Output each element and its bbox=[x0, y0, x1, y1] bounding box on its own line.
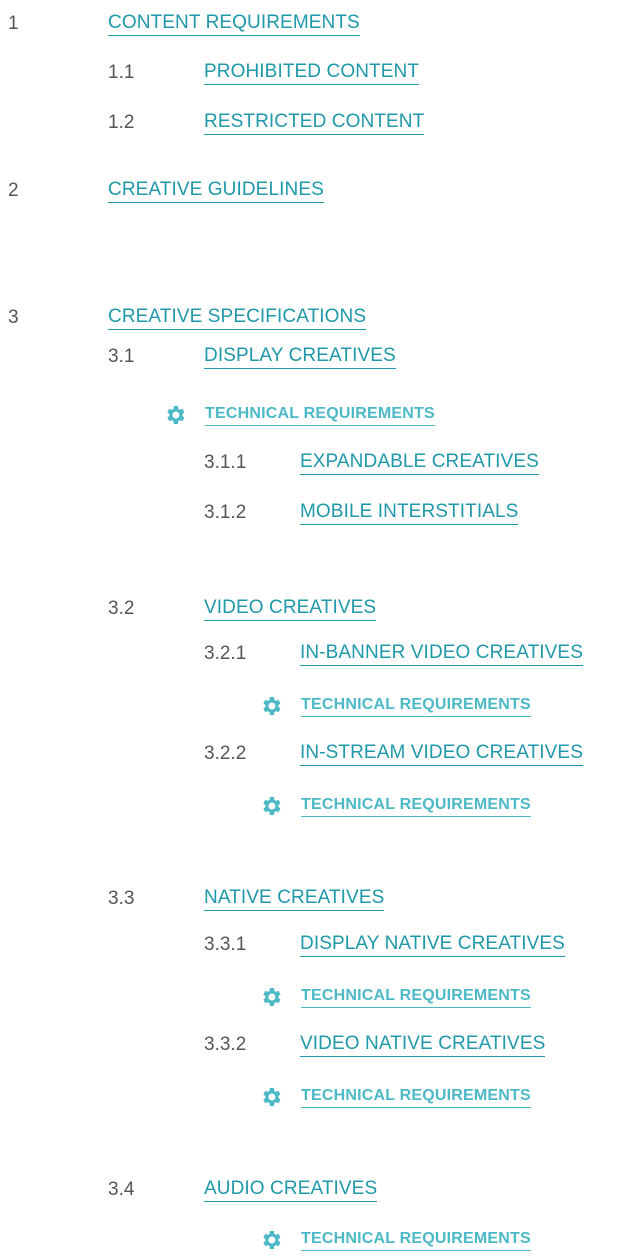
tech-requirements-link[interactable]: TECHNICAL REQUIREMENTS bbox=[301, 795, 531, 817]
toc-link-video-native-creatives[interactable]: VIDEO NATIVE CREATIVES bbox=[300, 1033, 546, 1057]
tech-requirements-link[interactable]: TECHNICAL REQUIREMENTS bbox=[301, 695, 531, 717]
toc-number: 3.2.1 bbox=[204, 643, 247, 664]
toc-entry-3-3-2: 3.3.2 VIDEO NATIVE CREATIVES bbox=[204, 1023, 634, 1067]
gear-icon bbox=[259, 985, 283, 1009]
toc-number: 3.3 bbox=[108, 888, 135, 909]
tech-req-3-3-2: TECHNICAL REQUIREMENTS bbox=[259, 1077, 531, 1117]
toc-number: 3.3.1 bbox=[204, 934, 247, 955]
toc-entry-2: 2 CREATIVE GUIDELINES bbox=[8, 169, 628, 213]
toc-number: 3.1.2 bbox=[204, 502, 247, 523]
toc-link-creative-guidelines[interactable]: CREATIVE GUIDELINES bbox=[108, 179, 324, 203]
toc-link-display-native-creatives[interactable]: DISPLAY NATIVE CREATIVES bbox=[300, 933, 565, 957]
toc-link-display-creatives[interactable]: DISPLAY CREATIVES bbox=[204, 345, 396, 369]
toc-number: 3.1 bbox=[108, 346, 135, 367]
toc-entry-1-1: 1.1 PROHIBITED CONTENT bbox=[108, 51, 628, 95]
toc-link-prohibited-content[interactable]: PROHIBITED CONTENT bbox=[204, 61, 420, 85]
toc-number: 3.1.1 bbox=[204, 452, 247, 473]
toc-number: 1.2 bbox=[108, 112, 135, 133]
toc-link-in-banner-video-creatives[interactable]: IN-BANNER VIDEO CREATIVES bbox=[300, 642, 583, 666]
toc-entry-1-2: 1.2 RESTRICTED CONTENT bbox=[108, 101, 628, 145]
toc-entry-3-1-2: 3.1.2 MOBILE INTERSTITIALS bbox=[204, 491, 634, 535]
tech-requirements-link[interactable]: TECHNICAL REQUIREMENTS bbox=[205, 404, 435, 426]
toc-link-video-creatives[interactable]: VIDEO CREATIVES bbox=[204, 597, 377, 621]
toc-link-creative-specifications[interactable]: CREATIVE SPECIFICATIONS bbox=[108, 306, 367, 330]
tech-requirements-link[interactable]: TECHNICAL REQUIREMENTS bbox=[301, 1229, 531, 1251]
toc-link-mobile-interstitials[interactable]: MOBILE INTERSTITIALS bbox=[300, 501, 519, 525]
toc-number: 3.4 bbox=[108, 1179, 135, 1200]
gear-icon bbox=[259, 694, 283, 718]
toc-number: 3.3.2 bbox=[204, 1034, 247, 1055]
tech-req-3-3-1: TECHNICAL REQUIREMENTS bbox=[259, 977, 531, 1017]
gear-icon bbox=[259, 794, 283, 818]
tech-req-3-4: TECHNICAL REQUIREMENTS bbox=[259, 1220, 531, 1260]
toc-link-audio-creatives[interactable]: AUDIO CREATIVES bbox=[204, 1178, 378, 1202]
toc-number: 1.1 bbox=[108, 62, 135, 83]
toc-entry-3-2: 3.2 VIDEO CREATIVES bbox=[108, 587, 628, 631]
tech-requirements-link[interactable]: TECHNICAL REQUIREMENTS bbox=[301, 986, 531, 1008]
gear-icon bbox=[259, 1085, 283, 1109]
toc-entry-3-2-2: 3.2.2 IN-STREAM VIDEO CREATIVES bbox=[204, 732, 642, 776]
toc-number: 1 bbox=[8, 13, 19, 34]
toc-number: 3.2.2 bbox=[204, 743, 247, 764]
tech-req-3-1: TECHNICAL REQUIREMENTS bbox=[163, 395, 435, 435]
toc-entry-3-2-1: 3.2.1 IN-BANNER VIDEO CREATIVES bbox=[204, 632, 642, 676]
gear-icon bbox=[259, 1228, 283, 1252]
toc-entry-3-1: 3.1 DISPLAY CREATIVES bbox=[108, 335, 628, 379]
toc-link-restricted-content[interactable]: RESTRICTED CONTENT bbox=[204, 111, 425, 135]
toc-entry-3-4: 3.4 AUDIO CREATIVES bbox=[108, 1168, 628, 1212]
toc-link-native-creatives[interactable]: NATIVE CREATIVES bbox=[204, 887, 385, 911]
toc-link-content-requirements[interactable]: CONTENT REQUIREMENTS bbox=[108, 12, 360, 36]
tech-req-3-2-2: TECHNICAL REQUIREMENTS bbox=[259, 786, 531, 826]
tech-requirements-link[interactable]: TECHNICAL REQUIREMENTS bbox=[301, 1086, 531, 1108]
toc-number: 3.2 bbox=[108, 598, 135, 619]
toc-link-expandable-creatives[interactable]: EXPANDABLE CREATIVES bbox=[300, 451, 539, 475]
toc-number: 2 bbox=[8, 180, 19, 201]
toc-entry-3-1-1: 3.1.1 EXPANDABLE CREATIVES bbox=[204, 441, 634, 485]
tech-req-3-2-1: TECHNICAL REQUIREMENTS bbox=[259, 686, 531, 726]
gear-icon bbox=[163, 403, 187, 427]
toc-entry-1: 1 CONTENT REQUIREMENTS bbox=[8, 2, 628, 46]
toc-entry-3-3-1: 3.3.1 DISPLAY NATIVE CREATIVES bbox=[204, 923, 634, 967]
toc-number: 3 bbox=[8, 307, 19, 328]
toc-entry-3: 3 CREATIVE SPECIFICATIONS bbox=[8, 296, 628, 340]
toc-entry-3-3: 3.3 NATIVE CREATIVES bbox=[108, 877, 628, 921]
toc-link-in-stream-video-creatives[interactable]: IN-STREAM VIDEO CREATIVES bbox=[300, 742, 583, 766]
